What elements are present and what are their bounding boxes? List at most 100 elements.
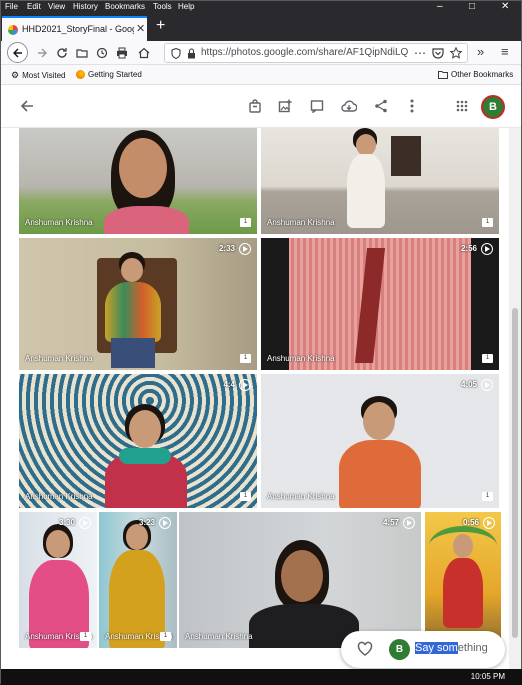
comment-avatar: B xyxy=(389,639,410,660)
photo-tile[interactable]: Anshuman Krishna 1 xyxy=(261,128,499,234)
tab-close-icon[interactable]: ✕ xyxy=(136,22,145,35)
library-button[interactable] xyxy=(73,44,91,62)
comment-count-icon: 1 xyxy=(240,492,251,501)
comment-count-icon: 1 xyxy=(482,218,493,227)
more-vert-icon xyxy=(410,99,414,113)
back-arrow-icon xyxy=(12,48,22,57)
video-tile[interactable]: 4:4 Anshuman Krishna 1 xyxy=(19,374,257,508)
photo-author: Anshuman Krishna xyxy=(267,218,335,227)
photo-tile[interactable]: Anshuman Krishna 1 xyxy=(19,128,257,234)
video-duration: 4:05 xyxy=(460,380,477,389)
scrollbar-thumb[interactable] xyxy=(512,308,518,638)
comment-selected-text: Say som xyxy=(415,642,458,654)
new-tab-icon[interactable]: + xyxy=(156,17,165,35)
photo-detail xyxy=(119,448,171,464)
bookmark-label: Other Bookmarks xyxy=(451,70,514,79)
photo-detail xyxy=(339,440,421,508)
play-icon[interactable] xyxy=(481,243,493,255)
apps-button[interactable] xyxy=(452,96,472,116)
menu-file[interactable]: File xyxy=(5,1,18,13)
add-photo-icon xyxy=(278,99,292,113)
clock-icon xyxy=(96,47,108,59)
comment-input[interactable]: Say something xyxy=(415,642,488,654)
history-button[interactable] xyxy=(93,44,111,62)
photo-author: Anshuman Krishna xyxy=(185,632,253,641)
comment-count-icon: 1 xyxy=(482,492,493,501)
video-tile[interactable]: 2:56 Anshuman Krishna 1 xyxy=(261,238,499,370)
close-window-icon[interactable]: ✕ xyxy=(501,1,509,13)
add-photos-button[interactable] xyxy=(275,96,295,116)
star-bookmark-icon[interactable] xyxy=(450,47,462,59)
pocket-icon[interactable] xyxy=(432,48,444,59)
page-scrollbar[interactable] xyxy=(509,128,521,669)
photo-detail xyxy=(104,206,189,234)
lock-icon[interactable] xyxy=(187,48,196,59)
photo-detail xyxy=(453,534,473,558)
play-icon[interactable] xyxy=(403,517,415,529)
play-icon[interactable] xyxy=(239,379,251,391)
video-tile[interactable]: 2:33 Anshuman Krishna 1 xyxy=(19,238,257,370)
tab-bar: HHD2021_StoryFinal - Google Ph ✕ + xyxy=(1,14,521,41)
home-button[interactable] xyxy=(135,44,153,62)
menu-help[interactable]: Help xyxy=(178,1,194,13)
forward-button[interactable] xyxy=(33,44,51,62)
browser-window: File Edit View History Bookmarks Tools H… xyxy=(0,0,522,685)
play-icon[interactable] xyxy=(239,243,251,255)
play-icon[interactable] xyxy=(159,517,171,529)
bookmark-other[interactable]: Other Bookmarks xyxy=(438,70,513,79)
menu-tools[interactable]: Tools xyxy=(153,1,172,13)
page-actions-icon[interactable]: ⋯ xyxy=(414,46,426,60)
photo-author: Anshuman Krishna xyxy=(25,354,93,363)
apps-grid-icon xyxy=(456,100,468,112)
share-button[interactable] xyxy=(371,96,391,116)
video-tile[interactable]: 4:57 Anshuman Krishna xyxy=(179,512,421,648)
comment-count-icon: 1 xyxy=(482,354,493,363)
photo-detail xyxy=(261,238,289,370)
firefox-icon xyxy=(76,70,85,79)
maximize-icon[interactable]: □ xyxy=(469,1,475,13)
shield-icon[interactable] xyxy=(171,48,181,59)
play-icon[interactable] xyxy=(481,379,493,391)
url-text[interactable]: https://photos.google.com/share/AF1QipNd… xyxy=(201,47,409,58)
bookmark-most-visited[interactable]: ⚙ Most Visited xyxy=(11,70,66,81)
minimize-icon[interactable]: – xyxy=(437,1,443,13)
menu-bookmarks[interactable]: Bookmarks xyxy=(105,1,145,13)
comment-count-icon: 1 xyxy=(160,632,171,641)
more-options-button[interactable] xyxy=(402,96,422,116)
download-button[interactable] xyxy=(339,96,359,116)
video-duration: 0:56 xyxy=(462,518,479,527)
photo-author: Anshuman Krishna xyxy=(267,354,335,363)
menu-edit[interactable]: Edit xyxy=(27,1,41,13)
play-icon[interactable] xyxy=(483,517,495,529)
system-clock: 10:05 PM xyxy=(470,672,505,681)
video-tile[interactable]: 0:56 xyxy=(425,512,501,648)
menu-history[interactable]: History xyxy=(73,1,98,13)
back-button[interactable] xyxy=(7,42,28,63)
video-tile[interactable]: 3:30 Anshuman Krishna 1 xyxy=(19,512,97,648)
menu-view[interactable]: View xyxy=(48,1,65,13)
comment-count-icon: 1 xyxy=(80,632,91,641)
photo-detail xyxy=(111,338,155,368)
video-tile[interactable]: 4:05 Anshuman Krishna 1 xyxy=(261,374,499,508)
comment-count-icon: 1 xyxy=(240,218,251,227)
video-tile[interactable]: 3:23 Anshuman Krishna 1 xyxy=(99,512,177,648)
bookmark-getting-started[interactable]: Getting Started xyxy=(76,70,142,79)
heart-icon[interactable] xyxy=(357,641,373,657)
url-bar[interactable]: https://photos.google.com/share/AF1QipNd… xyxy=(164,43,468,63)
hamburger-menu-icon[interactable]: ≡ xyxy=(501,44,509,59)
account-avatar[interactable]: B xyxy=(481,95,505,119)
back-button[interactable] xyxy=(17,96,37,116)
gear-icon: ⚙ xyxy=(11,70,20,80)
reload-button[interactable] xyxy=(53,44,71,62)
photo-detail xyxy=(105,282,161,342)
comment-rest-text: ething xyxy=(457,642,488,654)
menu-bar: File Edit View History Bookmarks Tools H… xyxy=(1,1,521,14)
comments-button[interactable] xyxy=(307,96,327,116)
shop-button[interactable] xyxy=(245,96,265,116)
play-icon[interactable] xyxy=(79,517,91,529)
tab-photos[interactable]: HHD2021_StoryFinal - Google Ph ✕ xyxy=(2,16,147,41)
photo-author: Anshuman Krishna xyxy=(25,492,93,501)
taskbar: 10:05 PM xyxy=(1,669,522,685)
overflow-chevron-icon[interactable]: » xyxy=(477,44,484,59)
print-button[interactable] xyxy=(113,44,131,62)
